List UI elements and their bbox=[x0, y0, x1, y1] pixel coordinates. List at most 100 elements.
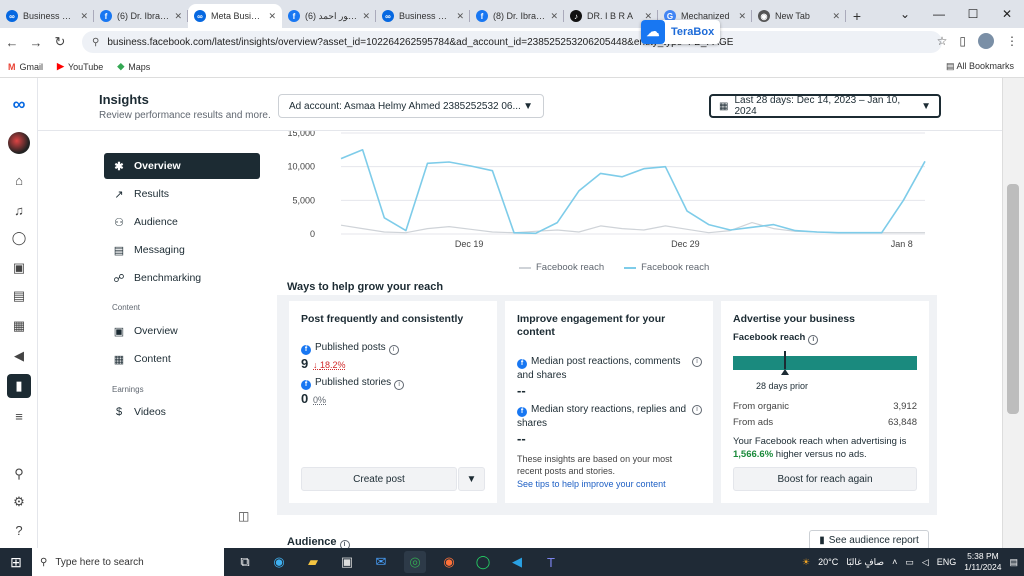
bookmark-youtube[interactable]: ▶ YouTube bbox=[57, 61, 103, 72]
language-indicator[interactable]: ENG bbox=[937, 557, 957, 567]
create-post-button[interactable]: Create post bbox=[301, 467, 457, 491]
browser-tab[interactable]: ∞ Meta Business ✕ bbox=[188, 4, 282, 28]
tab-close-icon[interactable]: ✕ bbox=[550, 11, 558, 22]
close-window-icon[interactable]: ✕ bbox=[990, 0, 1024, 28]
notifications-center-icon[interactable]: ▤ bbox=[1009, 557, 1018, 568]
date-range-picker[interactable]: ▦ Last 28 days: Dec 14, 2023 – Jan 10, 2… bbox=[709, 94, 941, 118]
info-icon[interactable]: i bbox=[808, 335, 819, 345]
tray-chevron-icon[interactable]: ˄ bbox=[892, 557, 897, 567]
nav-overview[interactable]: ✱ Overview bbox=[104, 153, 260, 179]
ads-megaphone-icon[interactable]: ◀ bbox=[9, 346, 29, 366]
side-panel-icon[interactable]: ▯ bbox=[959, 34, 966, 48]
info-icon[interactable]: i bbox=[692, 357, 702, 367]
browser-tab[interactable]: f (6) Dr. Ibrahim ✕ bbox=[94, 4, 188, 28]
advertise-business-card: Advertise your business Facebook reach i … bbox=[721, 301, 929, 503]
nav-results[interactable]: ↗ Results bbox=[104, 181, 260, 207]
home-icon[interactable]: ⌂ bbox=[9, 170, 29, 190]
info-icon[interactable]: i bbox=[692, 405, 702, 415]
business-avatar[interactable] bbox=[8, 132, 30, 154]
tab-close-icon[interactable]: ✕ bbox=[832, 11, 840, 22]
legend-item[interactable]: Facebook reach bbox=[624, 262, 709, 273]
content-grid-icon[interactable]: ▦ bbox=[9, 316, 29, 336]
taskbar-clock[interactable]: 5:38 PM 1/11/2024 bbox=[964, 551, 1001, 573]
boost-reach-button[interactable]: Boost for reach again bbox=[733, 467, 917, 491]
info-icon[interactable]: i bbox=[388, 345, 399, 355]
volume-icon[interactable]: ◁ bbox=[922, 557, 929, 568]
reload-icon[interactable]: ↻ bbox=[48, 34, 72, 50]
telegram-icon[interactable]: ◀ bbox=[506, 551, 528, 573]
site-info-icon[interactable]: ⚲ bbox=[92, 37, 99, 48]
contacts-icon[interactable]: ▣ bbox=[9, 258, 29, 278]
all-tools-menu-icon[interactable]: ≡ bbox=[9, 406, 29, 426]
all-bookmarks[interactable]: ▤ All Bookmarks bbox=[946, 61, 1014, 72]
back-icon[interactable]: ← bbox=[0, 35, 24, 50]
tab-close-icon[interactable]: ✕ bbox=[174, 11, 182, 22]
browser-tab[interactable]: f (8) Dr. Ibrahim ✕ bbox=[470, 4, 564, 28]
firefox-icon[interactable]: ◉ bbox=[438, 551, 460, 573]
store-icon[interactable]: ▣ bbox=[336, 551, 358, 573]
bookmark-gmail[interactable]: M Gmail bbox=[8, 62, 43, 72]
nav-content-overview[interactable]: ▣ Overview bbox=[104, 318, 260, 344]
taskbar-search[interactable]: ⚲ Type here to search bbox=[32, 548, 224, 576]
browser-tab[interactable]: ∞ Business Sett ✕ bbox=[376, 4, 470, 28]
windows-start-icon[interactable]: ⊞ bbox=[0, 554, 32, 571]
collapse-sidebar-icon[interactable]: ◫ bbox=[238, 509, 249, 523]
profile-avatar[interactable] bbox=[978, 33, 994, 49]
scrollbar-thumb[interactable] bbox=[1007, 184, 1019, 414]
ad-account-dropdown[interactable]: Ad account: Asmaa Helmy Ahmed 2385252532… bbox=[278, 94, 544, 118]
settings-gear-icon[interactable]: ⚙ bbox=[9, 492, 29, 512]
page-scrollbar[interactable] bbox=[1002, 78, 1024, 548]
task-view-icon[interactable]: ⧉ bbox=[234, 551, 256, 573]
chrome-icon[interactable]: ◎ bbox=[404, 551, 426, 573]
maximize-icon[interactable]: ☐ bbox=[956, 0, 990, 28]
url-bar[interactable]: ⚲ business.facebook.com/latest/insights/… bbox=[82, 31, 942, 53]
inbox-icon[interactable]: ◯ bbox=[9, 228, 29, 248]
tab-search-icon[interactable]: ⌄ bbox=[888, 0, 922, 28]
insights-chart-icon[interactable]: ▮ bbox=[7, 374, 31, 398]
new-tab-button[interactable]: + bbox=[846, 4, 868, 28]
teams-icon[interactable]: T bbox=[540, 551, 562, 573]
bookmark-star-icon[interactable]: ☆ bbox=[937, 34, 948, 48]
forward-icon[interactable]: → bbox=[24, 35, 48, 50]
browser-tab[interactable]: f (6) دكتور احمد ✕ bbox=[282, 4, 376, 28]
browser-tab[interactable]: ∞ Business Sett ✕ bbox=[0, 4, 94, 28]
meta-logo-icon[interactable]: ∞ bbox=[9, 94, 29, 114]
page-subtitle: Review performance results and more. bbox=[99, 110, 271, 121]
edge-icon[interactable]: ◉ bbox=[268, 551, 290, 573]
planner-icon[interactable]: ▤ bbox=[9, 286, 29, 306]
nav-content[interactable]: ▦ Content bbox=[104, 346, 260, 372]
weather-temp[interactable]: 20°C bbox=[818, 557, 838, 567]
browser-tab[interactable]: ◉ New Tab ✕ bbox=[752, 4, 846, 28]
published-posts-change[interactable]: ↓ 18.2% bbox=[313, 360, 346, 370]
nav-videos[interactable]: $ Videos bbox=[104, 399, 260, 425]
network-icon[interactable]: ▭ bbox=[905, 557, 914, 568]
tab-close-icon[interactable]: ✕ bbox=[80, 11, 88, 22]
overview-icon: ✱ bbox=[114, 160, 124, 173]
search-icon[interactable]: ⚲ bbox=[9, 464, 29, 484]
notifications-icon[interactable]: ♫ bbox=[9, 200, 29, 220]
weather-text[interactable]: صافٍ غالبًا bbox=[846, 557, 884, 568]
legend-item[interactable]: Facebook reach bbox=[519, 262, 604, 273]
see-audience-report-button[interactable]: ▮ See audience report bbox=[809, 530, 929, 550]
weather-icon[interactable]: ☀ bbox=[802, 557, 810, 568]
minimize-icon[interactable]: — bbox=[922, 0, 956, 28]
browser-menu-icon[interactable]: ⋮ bbox=[1006, 34, 1018, 48]
bookmark-maps[interactable]: ◆ Maps bbox=[117, 61, 150, 72]
tab-close-icon[interactable]: ✕ bbox=[456, 11, 464, 22]
file-explorer-icon[interactable]: ▰ bbox=[302, 551, 324, 573]
help-icon[interactable]: ? bbox=[9, 520, 29, 540]
info-icon[interactable]: i bbox=[394, 380, 405, 390]
nav-audience[interactable]: ⚇ Audience bbox=[104, 209, 260, 235]
nav-messaging[interactable]: ▤ Messaging bbox=[104, 237, 260, 263]
tab-close-icon[interactable]: ✕ bbox=[268, 11, 276, 22]
tab-close-icon[interactable]: ✕ bbox=[362, 11, 370, 22]
mail-icon[interactable]: ✉ bbox=[370, 551, 392, 573]
create-post-dropdown[interactable]: ▼ bbox=[458, 467, 485, 491]
tab-title: (8) Dr. Ibrahim bbox=[493, 11, 546, 21]
published-stories-change[interactable]: 0% bbox=[313, 395, 326, 405]
tab-close-icon[interactable]: ✕ bbox=[738, 11, 746, 22]
see-tips-link[interactable]: See tips to help improve your content bbox=[517, 479, 701, 489]
terabox-extension-badge[interactable]: ☁ TeraBox bbox=[641, 20, 721, 44]
whatsapp-icon[interactable]: ◯ bbox=[472, 551, 494, 573]
nav-benchmarking[interactable]: ☍ Benchmarking bbox=[104, 265, 260, 291]
